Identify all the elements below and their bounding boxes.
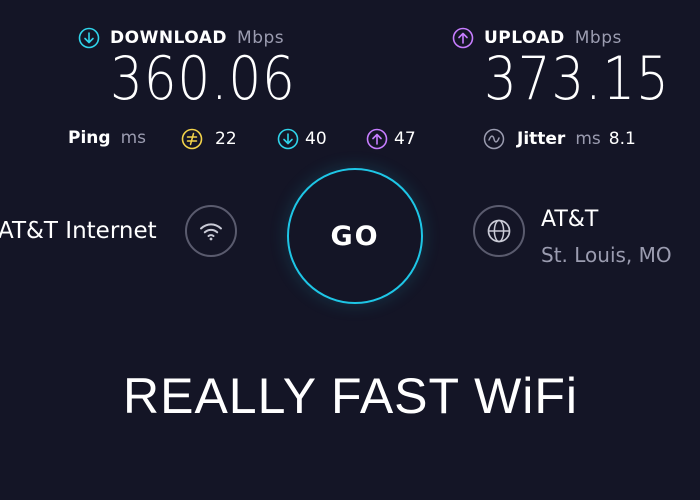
- arrow-up-circle-icon: [452, 27, 474, 49]
- ping-label: Ping: [68, 128, 111, 148]
- arrow-down-circle-icon: [277, 128, 299, 150]
- ping-unit: ms: [120, 128, 146, 148]
- ping-upload: 47: [366, 128, 416, 150]
- jitter-unit: ms: [575, 129, 601, 149]
- jitter-wave-icon: [483, 128, 505, 150]
- ping-idle-icon: [181, 128, 203, 150]
- arrow-up-circle-icon: [366, 128, 388, 150]
- ping-row: Ping ms: [68, 128, 146, 148]
- jitter-value: 8.1: [608, 129, 636, 149]
- server-name: AT&T: [541, 207, 599, 232]
- globe-icon: [487, 219, 511, 243]
- ping-upload-value: 47: [394, 129, 416, 149]
- jitter-row: Jitter ms 8.1: [483, 128, 636, 150]
- server-icon-ring[interactable]: [473, 205, 525, 257]
- ping-download-value: 40: [305, 129, 327, 149]
- provider-name: AT&T Internet: [0, 218, 157, 244]
- provider-icon-ring[interactable]: [185, 205, 237, 257]
- wifi-icon: [200, 223, 222, 241]
- ping-download: 40: [277, 128, 327, 150]
- ping-idle: 22: [181, 128, 237, 150]
- download-speed-value: 360.06: [110, 44, 296, 114]
- ping-idle-value: 22: [215, 129, 237, 149]
- upload-speed-value: 373.15: [484, 44, 670, 114]
- caption-overlay: REALLY FAST WiFi: [123, 368, 579, 424]
- go-button[interactable]: GO: [287, 168, 423, 304]
- server-location: St. Louis, MO: [541, 243, 672, 267]
- arrow-down-circle-icon: [78, 27, 100, 49]
- jitter-label: Jitter: [517, 129, 566, 149]
